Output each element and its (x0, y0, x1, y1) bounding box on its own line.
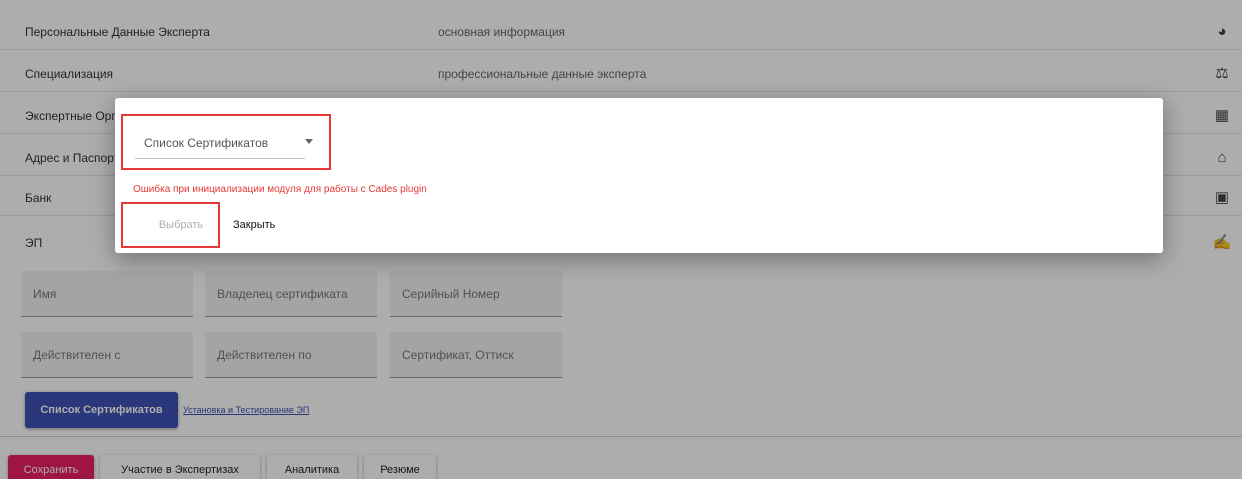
highlight-box-select (121, 114, 331, 170)
highlight-box-choose (121, 202, 220, 248)
error-message: Ошибка при инициализации модуля для рабо… (133, 184, 427, 195)
certificate-dialog: Список Сертификатов Ошибка при инициализ… (115, 98, 1163, 253)
close-button[interactable]: Закрыть (233, 210, 275, 240)
